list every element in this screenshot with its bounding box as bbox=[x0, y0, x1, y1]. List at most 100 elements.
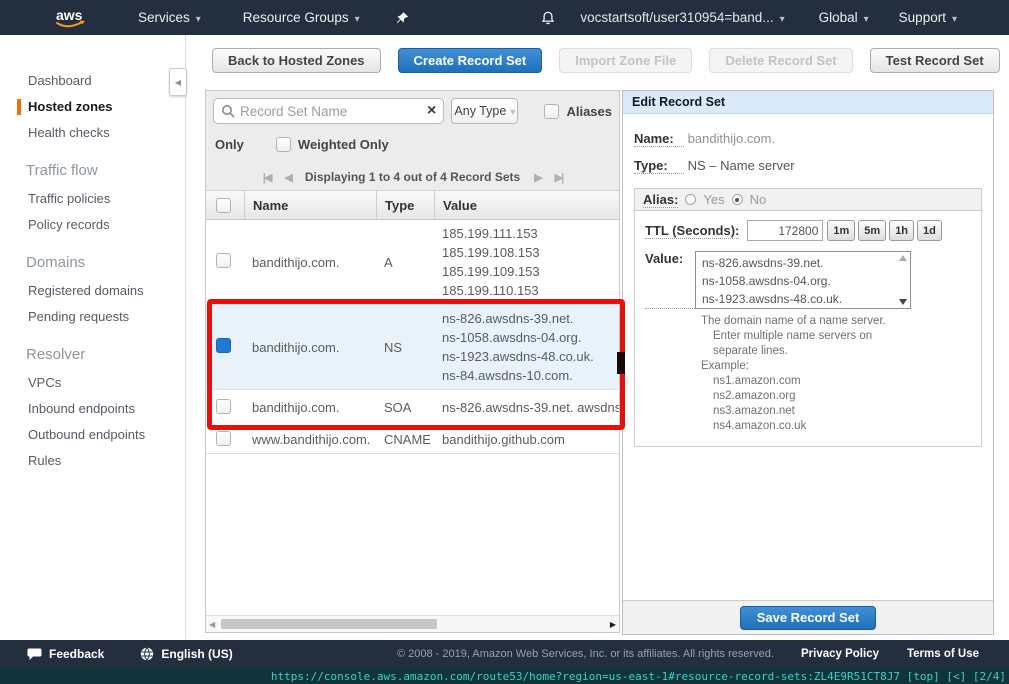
page-footer: Feedback English (US) © 2008 - 2019, Ama… bbox=[0, 640, 1009, 668]
scroll-left-icon[interactable]: ◀ bbox=[209, 620, 215, 629]
nav-resource-groups-menu[interactable]: Resource Groups bbox=[243, 10, 360, 25]
pagination-bar: |◀ ◀ Displaying 1 to 4 out of 4 Record S… bbox=[206, 164, 619, 191]
search-input[interactable] bbox=[240, 104, 427, 119]
row-checkbox[interactable] bbox=[216, 431, 231, 446]
sidebar-section-traffic-flow: Traffic flow bbox=[0, 146, 185, 186]
aliases-only-label-line2: Only bbox=[215, 137, 244, 152]
record-set-toolbar: Back to Hosted Zones Create Record Set Imp… bbox=[212, 48, 1009, 73]
test-record-set-button[interactable]: Test Record Set bbox=[870, 48, 1000, 73]
clear-search-icon[interactable]: × bbox=[427, 103, 436, 119]
status-url: https://console.aws.amazon.com/route53/h… bbox=[271, 670, 900, 683]
ttl-5m-button[interactable]: 5m bbox=[858, 220, 886, 241]
pagination-last-icon[interactable]: ▶| bbox=[555, 171, 563, 184]
nav-services-menu[interactable]: Services bbox=[138, 10, 201, 25]
row-checkbox[interactable] bbox=[216, 253, 231, 268]
chevron-down-icon bbox=[196, 10, 201, 25]
type-filter-select[interactable]: Any Type bbox=[451, 98, 518, 124]
sidebar-section-domains: Domains bbox=[0, 238, 185, 278]
horizontal-scrollbar[interactable]: ◀ ▶ bbox=[206, 615, 619, 632]
alias-no-radio bbox=[732, 194, 743, 205]
chevron-down-icon bbox=[780, 10, 785, 25]
feedback-label: Feedback bbox=[49, 647, 104, 661]
aws-logo[interactable]: aws bbox=[52, 6, 90, 30]
sidebar-item-policy-records[interactable]: Policy records bbox=[0, 212, 185, 238]
pagination-first-icon[interactable]: |◀ bbox=[263, 171, 271, 184]
sidebar-item-dashboard[interactable]: Dashboard bbox=[0, 68, 185, 94]
sidebar-item-health-checks[interactable]: Health checks bbox=[0, 120, 185, 146]
record-type: SOA bbox=[376, 400, 434, 415]
create-record-set-button[interactable]: Create Record Set bbox=[398, 48, 543, 73]
record-values: ns-826.awsdns-39.net.ns-1058.awsdns-04.o… bbox=[434, 305, 619, 389]
pagination-prev-icon[interactable]: ◀ bbox=[284, 171, 290, 184]
scroll-up-icon[interactable] bbox=[899, 255, 907, 261]
sidebar-item-pending-requests[interactable]: Pending requests bbox=[0, 304, 185, 330]
name-label: Name: bbox=[634, 131, 684, 147]
sidebar-item-outbound-endpoints[interactable]: Outbound endpoints bbox=[0, 422, 185, 448]
name-value: bandithijo.com. bbox=[688, 131, 775, 146]
import-zone-file-button: Import Zone File bbox=[559, 48, 692, 73]
row-checkbox[interactable] bbox=[216, 399, 231, 414]
ttl-preset-buttons: 1m5m1h1d bbox=[827, 220, 942, 241]
record-values: ns-826.awsdns-39.net. awsdns-ho bbox=[434, 394, 619, 421]
privacy-policy-link[interactable]: Privacy Policy bbox=[801, 648, 879, 660]
svg-text:aws: aws bbox=[56, 7, 83, 23]
pagination-next-icon[interactable]: ▶ bbox=[534, 171, 540, 184]
alias-label: Alias: bbox=[643, 192, 678, 208]
weighted-only-checkbox[interactable] bbox=[276, 137, 291, 152]
ttl-1d-button[interactable]: 1d bbox=[917, 220, 942, 241]
support-label: Support bbox=[899, 10, 946, 25]
notifications-bell-icon[interactable] bbox=[540, 10, 556, 26]
copyright-text: © 2008 - 2019, Amazon Web Services, Inc.… bbox=[397, 648, 774, 660]
back-to-hosted-zones-button[interactable]: Back to Hosted Zones bbox=[212, 48, 381, 73]
record-name: bandithijo.com. bbox=[244, 340, 376, 355]
sidebar-collapse-button[interactable] bbox=[169, 68, 187, 96]
save-record-set-button[interactable]: Save Record Set bbox=[740, 606, 877, 630]
chevron-down-icon bbox=[510, 104, 515, 118]
alias-no-label: No bbox=[750, 192, 767, 207]
aws-logo-icon: aws bbox=[52, 6, 90, 30]
record-set-search-box[interactable]: × bbox=[213, 98, 444, 124]
sidebar-item-rules[interactable]: Rules bbox=[0, 448, 185, 474]
globe-icon bbox=[140, 647, 154, 661]
chevron-down-icon bbox=[952, 10, 957, 25]
record-row-cname[interactable]: www.bandithijo.com.CNAMEbandithijo.githu… bbox=[206, 426, 619, 454]
record-row-ns[interactable]: bandithijo.com.NSns-826.awsdns-39.net.ns… bbox=[206, 305, 619, 390]
top-navigation-bar: aws Services Resource Groups vocstartsof… bbox=[0, 0, 1009, 35]
nav-account-menu[interactable]: vocstartsoft/user310954=band... bbox=[580, 10, 784, 25]
language-selector[interactable]: English (US) bbox=[140, 647, 232, 661]
value-textarea-content: ns-826.awsdns-39.net.ns-1058.awsdns-04.o… bbox=[696, 252, 910, 308]
record-type: NS bbox=[376, 340, 434, 355]
region-label: Global bbox=[819, 10, 858, 25]
scrollbar-thumb[interactable] bbox=[221, 619, 437, 629]
aliases-only-checkbox[interactable] bbox=[544, 104, 559, 119]
nav-region-menu[interactable]: Global bbox=[819, 10, 869, 25]
sidebar-item-traffic-policies[interactable]: Traffic policies bbox=[0, 186, 185, 212]
sidebar-item-hosted-zones[interactable]: Hosted zones bbox=[0, 94, 185, 120]
select-all-checkbox[interactable] bbox=[216, 198, 231, 213]
edit-record-set-panel: Edit Record Set Name: bandithijo.com. Ty… bbox=[622, 90, 994, 635]
pin-icon[interactable] bbox=[396, 11, 409, 25]
scroll-right-icon[interactable]: ▶ bbox=[610, 620, 616, 629]
scroll-down-icon[interactable] bbox=[899, 299, 907, 305]
sidebar-item-inbound-endpoints[interactable]: Inbound endpoints bbox=[0, 396, 185, 422]
record-name: www.bandithijo.com. bbox=[244, 432, 376, 447]
record-row-a[interactable]: bandithijo.com.A185.199.111.153185.199.1… bbox=[206, 220, 619, 305]
terms-of-use-link[interactable]: Terms of Use bbox=[907, 648, 979, 660]
sidebar-item-vpcs[interactable]: VPCs bbox=[0, 370, 185, 396]
record-row-soa[interactable]: bandithijo.com.SOAns-826.awsdns-39.net. … bbox=[206, 390, 619, 426]
records-table-body: bandithijo.com.A185.199.111.153185.199.1… bbox=[206, 220, 619, 454]
record-name: bandithijo.com. bbox=[244, 400, 376, 415]
search-icon bbox=[221, 104, 235, 118]
edit-panel-footer: Save Record Set bbox=[623, 600, 993, 634]
row-checkbox[interactable] bbox=[216, 338, 231, 353]
ttl-input[interactable] bbox=[747, 220, 823, 241]
nav-support-menu[interactable]: Support bbox=[899, 10, 957, 25]
ttl-1m-button[interactable]: 1m bbox=[827, 220, 855, 241]
value-textarea[interactable]: ns-826.awsdns-39.net.ns-1058.awsdns-04.o… bbox=[695, 251, 911, 309]
sidebar-item-registered-domains[interactable]: Registered domains bbox=[0, 278, 185, 304]
alias-yes-label: Yes bbox=[703, 192, 724, 207]
type-filter-value: Any Type bbox=[454, 104, 506, 118]
feedback-button[interactable]: Feedback bbox=[27, 647, 104, 661]
record-sets-panel: × Any Type Aliases Only Weighted Only |◀… bbox=[205, 90, 620, 633]
ttl-1h-button[interactable]: 1h bbox=[889, 220, 914, 241]
